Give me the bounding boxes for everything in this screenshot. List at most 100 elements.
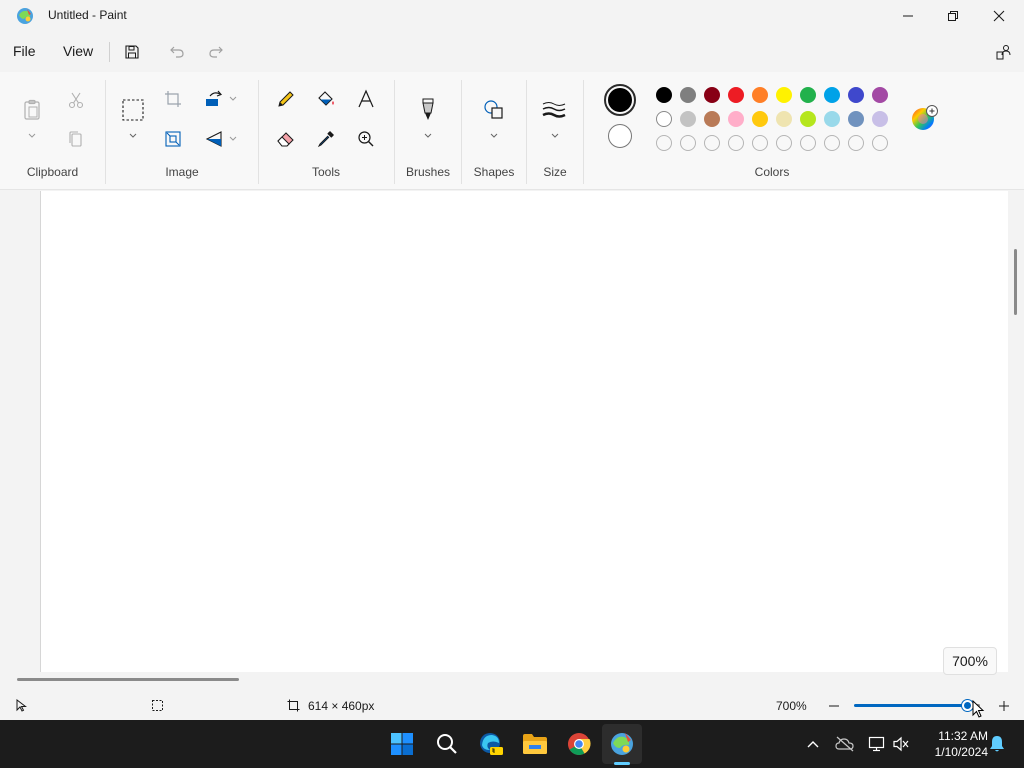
color-swatch[interactable]	[776, 87, 792, 103]
speaker-muted-icon	[893, 736, 909, 752]
show-hidden-icons-button[interactable]	[797, 728, 829, 760]
size-button[interactable]	[540, 96, 568, 124]
color-swatch[interactable]	[824, 87, 840, 103]
color-swatch[interactable]	[656, 87, 672, 103]
view-menu[interactable]: View	[63, 43, 93, 59]
cut-button[interactable]	[62, 86, 90, 114]
custom-color-slot[interactable]	[704, 135, 720, 151]
custom-color-slot[interactable]	[800, 135, 816, 151]
minimize-button[interactable]	[885, 0, 931, 32]
folder-icon	[523, 734, 547, 754]
clock-date: 1/10/2024	[934, 745, 988, 759]
color-swatch[interactable]	[680, 87, 696, 103]
primary-color-button[interactable]	[604, 84, 636, 116]
clipboard-group: Clipboard	[0, 72, 105, 190]
notifications-button[interactable]	[981, 728, 1013, 760]
search-button[interactable]	[431, 728, 463, 760]
undo-button[interactable]	[166, 41, 188, 63]
copy-button[interactable]	[62, 125, 90, 153]
custom-color-slot[interactable]	[776, 135, 792, 151]
horizontal-scrollbar[interactable]	[17, 678, 239, 681]
maximize-button[interactable]	[930, 0, 976, 32]
eraser-button[interactable]	[272, 125, 300, 153]
color-swatch[interactable]	[848, 111, 864, 127]
brushes-chevron-down-icon[interactable]	[423, 132, 433, 140]
redo-button[interactable]	[205, 41, 227, 63]
rotate-chevron-down-icon[interactable]	[228, 95, 238, 103]
color-swatch[interactable]	[752, 87, 768, 103]
copy-icon	[69, 131, 82, 147]
select-button[interactable]	[119, 96, 147, 124]
size-chevron-down-icon[interactable]	[550, 132, 560, 140]
rotate-button[interactable]	[200, 85, 228, 113]
color-swatch[interactable]	[824, 111, 840, 127]
brushes-button[interactable]	[414, 96, 442, 124]
color-swatch[interactable]	[728, 111, 744, 127]
color-picker-button[interactable]	[312, 125, 340, 153]
zoom-level[interactable]: 700%	[776, 699, 807, 713]
eyedropper-icon	[317, 131, 334, 148]
color-swatch[interactable]	[848, 87, 864, 103]
tools-label: Tools	[311, 165, 340, 179]
color-swatch[interactable]	[800, 87, 816, 103]
text-button[interactable]	[352, 85, 380, 113]
drawing-canvas[interactable]	[40, 191, 1008, 672]
pencil-icon	[278, 91, 294, 107]
search-icon	[437, 734, 457, 754]
custom-color-slot[interactable]	[824, 135, 840, 151]
color-swatch[interactable]	[704, 87, 720, 103]
magnifier-button[interactable]	[352, 125, 380, 153]
file-menu[interactable]: File	[13, 43, 36, 59]
select-chevron-down-icon[interactable]	[128, 132, 138, 140]
custom-color-slot[interactable]	[848, 135, 864, 151]
color-swatch[interactable]	[872, 111, 888, 127]
custom-color-slot[interactable]	[752, 135, 768, 151]
shapes-chevron-down-icon[interactable]	[489, 132, 499, 140]
custom-color-slot[interactable]	[872, 135, 888, 151]
edge-dev-taskbar-button[interactable]	[475, 728, 507, 760]
taskbar-clock[interactable]: 11:32 AM 1/10/2024	[918, 728, 988, 760]
undo-icon	[170, 46, 184, 58]
cloud-offline-icon	[835, 736, 854, 752]
color-swatch[interactable]	[680, 111, 696, 127]
flip-button[interactable]	[200, 125, 228, 153]
close-button[interactable]	[976, 0, 1022, 32]
start-button[interactable]	[386, 728, 418, 760]
secondary-color-button[interactable]	[608, 124, 632, 148]
custom-color-slot[interactable]	[656, 135, 672, 151]
window-title: Untitled - Paint	[48, 8, 127, 22]
pencil-button[interactable]	[272, 85, 300, 113]
onedrive-tray-button[interactable]	[829, 728, 861, 760]
fill-button[interactable]	[312, 85, 340, 113]
rotate-icon	[206, 90, 223, 106]
custom-color-slot[interactable]	[680, 135, 696, 151]
color-swatch[interactable]	[752, 111, 768, 127]
paste-chevron-down-icon[interactable]	[27, 132, 37, 140]
color-swatch[interactable]	[704, 111, 720, 127]
vertical-scrollbar[interactable]	[1014, 249, 1017, 315]
edit-colors-button[interactable]	[910, 104, 938, 132]
save-button[interactable]	[121, 41, 143, 63]
color-swatch[interactable]	[800, 111, 816, 127]
volume-tray-button[interactable]	[885, 728, 917, 760]
chevron-up-icon	[807, 741, 819, 748]
zoom-out-button[interactable]	[826, 698, 842, 714]
paste-button[interactable]	[18, 96, 46, 124]
color-swatch[interactable]	[776, 111, 792, 127]
shapes-label: Shapes	[473, 165, 515, 179]
paint-taskbar-button[interactable]	[606, 728, 638, 760]
color-swatch[interactable]	[872, 87, 888, 103]
color-swatch[interactable]	[728, 87, 744, 103]
zoom-in-button[interactable]	[996, 698, 1012, 714]
flip-chevron-down-icon[interactable]	[228, 135, 238, 143]
chrome-taskbar-button[interactable]	[563, 728, 595, 760]
flip-icon	[205, 131, 222, 147]
resize-icon	[165, 131, 181, 147]
color-swatch[interactable]	[656, 111, 672, 127]
share-button[interactable]	[993, 41, 1015, 63]
crop-button[interactable]	[159, 85, 187, 113]
custom-color-slot[interactable]	[728, 135, 744, 151]
file-explorer-taskbar-button[interactable]	[519, 728, 551, 760]
resize-button[interactable]	[159, 125, 187, 153]
shapes-button[interactable]	[480, 96, 508, 124]
